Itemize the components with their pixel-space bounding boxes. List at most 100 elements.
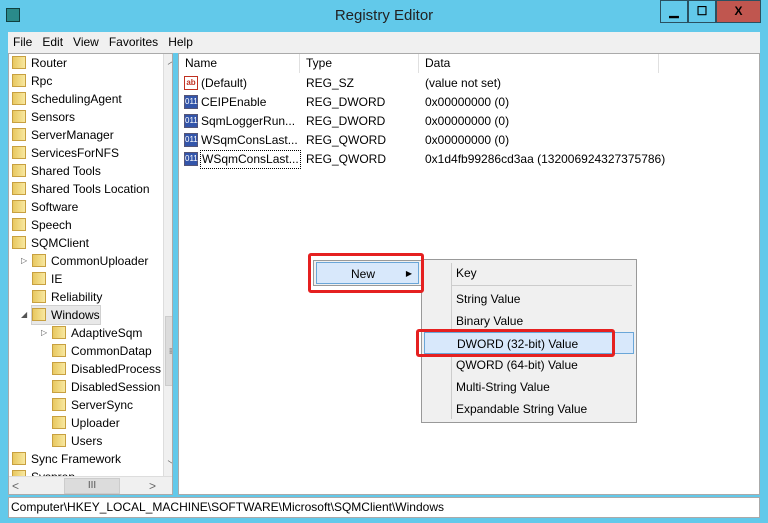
list-row[interactable]: ab (Default) REG_SZ (value not set) bbox=[179, 74, 759, 93]
tree-item[interactable]: Shared Tools bbox=[12, 162, 101, 180]
scroll-down-icon[interactable]: ﹀ bbox=[164, 458, 172, 475]
tree-item-label: ServerManager bbox=[31, 128, 114, 142]
folder-icon bbox=[12, 146, 26, 159]
scroll-thumb[interactable]: ≡ bbox=[165, 316, 172, 386]
value-data: 0x00000000 (0) bbox=[425, 95, 510, 109]
tree-item[interactable]: SchedulingAgent bbox=[12, 90, 122, 108]
tree-item-label: Windows bbox=[51, 308, 100, 322]
folder-icon bbox=[12, 128, 26, 141]
minimize-button[interactable]: ▁ bbox=[660, 0, 688, 23]
window-title: Registry Editor bbox=[334, 7, 434, 24]
tree-item[interactable]: Speech bbox=[12, 216, 72, 234]
tree-item-label: SchedulingAgent bbox=[31, 92, 122, 106]
binary-value-icon: 011 bbox=[184, 152, 198, 166]
string-value-icon: ab bbox=[184, 76, 198, 90]
folder-icon bbox=[12, 236, 26, 249]
menu-favorites[interactable]: Favorites bbox=[104, 32, 163, 49]
tree-item[interactable]: ▷ AdaptiveSqm bbox=[41, 324, 143, 342]
tree-item-label: AdaptiveSqm bbox=[71, 326, 143, 340]
expand-arrow-icon[interactable]: ▷ bbox=[21, 252, 27, 270]
value-type: REG_QWORD bbox=[306, 133, 387, 147]
tree-item[interactable]: Software bbox=[12, 198, 78, 216]
tree-vertical-scrollbar[interactable]: ︿ ≡ ﹀ bbox=[163, 54, 172, 476]
scroll-right-icon[interactable]: > bbox=[149, 479, 156, 493]
tree-item[interactable]: Shared Tools Location bbox=[12, 180, 150, 198]
tree-item[interactable]: CommonDatap bbox=[52, 342, 152, 360]
tree-item[interactable]: Router bbox=[12, 54, 67, 72]
value-type: REG_DWORD bbox=[306, 95, 386, 109]
submenu-item-multi-string-value[interactable]: Multi-String Value bbox=[424, 376, 634, 398]
value-name: WSqmConsLast... bbox=[201, 133, 298, 147]
tree-item[interactable]: Sync Framework bbox=[12, 450, 121, 468]
menu-file[interactable]: File bbox=[8, 32, 37, 49]
folder-icon bbox=[12, 182, 26, 195]
tree-horizontal-scrollbar[interactable]: < III > bbox=[9, 476, 172, 494]
tree-item-label: Sensors bbox=[31, 110, 76, 124]
scroll-left-icon[interactable]: < bbox=[12, 479, 19, 493]
list-row[interactable]: 011 SqmLoggerRun... REG_DWORD 0x00000000 (0… bbox=[179, 112, 759, 131]
submenu-item-expandable-string-value[interactable]: Expandable String Value bbox=[424, 398, 634, 420]
folder-icon bbox=[12, 218, 26, 231]
value-data: 0x1d4fb99286cd3aa (132006924327375786) bbox=[425, 152, 666, 166]
folder-icon bbox=[12, 56, 26, 69]
folder-icon bbox=[52, 398, 66, 411]
maximize-button[interactable]: ☐ bbox=[688, 0, 716, 23]
scroll-up-icon[interactable]: ︿ bbox=[164, 54, 172, 71]
binary-value-icon: 011 bbox=[184, 133, 198, 147]
menu-edit[interactable]: Edit bbox=[37, 32, 68, 49]
value-name: WSqmConsLast... bbox=[200, 150, 301, 169]
expand-arrow-icon[interactable]: ▷ bbox=[41, 324, 47, 342]
tree-item[interactable]: ServerManager bbox=[12, 126, 114, 144]
binary-value-icon: 011 bbox=[184, 95, 198, 109]
value-data: (value not set) bbox=[425, 76, 502, 90]
menu-view[interactable]: View bbox=[68, 32, 104, 49]
tree-item[interactable]: ◢SQMClient bbox=[12, 234, 89, 252]
tree-item[interactable]: ServicesForNFS bbox=[12, 144, 119, 162]
column-header-type[interactable]: Type bbox=[300, 54, 419, 73]
folder-icon bbox=[32, 308, 46, 321]
list-row[interactable]: 011 CEIPEnable REG_DWORD 0x00000000 (0) bbox=[179, 93, 759, 112]
menu-help[interactable]: Help bbox=[163, 32, 198, 49]
tree-item-label: ServicesForNFS bbox=[31, 146, 120, 160]
value-name: CEIPEnable bbox=[201, 95, 267, 109]
tree-item[interactable]: Reliability bbox=[32, 288, 102, 306]
folder-icon bbox=[12, 74, 26, 87]
close-button[interactable]: X bbox=[716, 0, 761, 23]
submenu-item-key[interactable]: Key bbox=[424, 262, 634, 284]
tree-item[interactable]: Rpc bbox=[12, 72, 52, 90]
hscroll-thumb[interactable]: III bbox=[64, 478, 120, 494]
tree-item[interactable]: Users bbox=[52, 432, 102, 450]
folder-icon bbox=[52, 416, 66, 429]
tree-item[interactable]: Uploader bbox=[52, 414, 120, 432]
column-header-name[interactable]: Name bbox=[179, 54, 300, 73]
binary-value-icon: 011 bbox=[184, 114, 198, 128]
value-data: 0x00000000 (0) bbox=[425, 114, 510, 128]
tree-item-label: ServerSync bbox=[71, 398, 134, 412]
tree-item[interactable]: Sensors bbox=[12, 108, 75, 126]
folder-icon bbox=[12, 200, 26, 213]
tree-item[interactable]: ▷ CommonUploader bbox=[21, 252, 148, 270]
value-name: SqmLoggerRun... bbox=[201, 114, 296, 128]
tree-item-label: DisabledProcess bbox=[71, 362, 162, 376]
tree-item[interactable]: DisabledSession bbox=[52, 378, 160, 396]
list-row[interactable]: 011 WSqmConsLast... REG_QWORD 0x1d4fb99286c… bbox=[179, 150, 759, 169]
submenu-item-qword-64-bit-value[interactable]: QWORD (64-bit) Value bbox=[424, 354, 634, 376]
folder-icon bbox=[52, 326, 66, 339]
folder-icon bbox=[52, 434, 66, 447]
tree-item[interactable]: ◢ Windows bbox=[21, 305, 101, 325]
list-row[interactable]: 011 WSqmConsLast... REG_QWORD 0x00000000 (0… bbox=[179, 131, 759, 150]
tree-item[interactable]: DisabledProcess bbox=[52, 360, 161, 378]
column-header-data[interactable]: Data bbox=[419, 54, 659, 73]
tree-item-label: Speech bbox=[31, 218, 72, 232]
status-bar-path: Computer\HKEY_LOCAL_MACHINE\SOFTWARE\Mic… bbox=[8, 497, 760, 518]
tree-item-label: Shared Tools Location bbox=[31, 182, 150, 196]
tree-item[interactable]: IE bbox=[32, 270, 62, 288]
folder-icon bbox=[52, 380, 66, 393]
collapse-arrow-icon[interactable]: ◢ bbox=[21, 306, 27, 324]
submenu-item-string-value[interactable]: String Value bbox=[424, 288, 634, 310]
folder-icon bbox=[12, 110, 26, 123]
tree-item-label: Router bbox=[31, 56, 68, 70]
folder-icon bbox=[12, 452, 26, 465]
tree-item[interactable]: ServerSync bbox=[52, 396, 133, 414]
value-type: REG_DWORD bbox=[306, 114, 386, 128]
